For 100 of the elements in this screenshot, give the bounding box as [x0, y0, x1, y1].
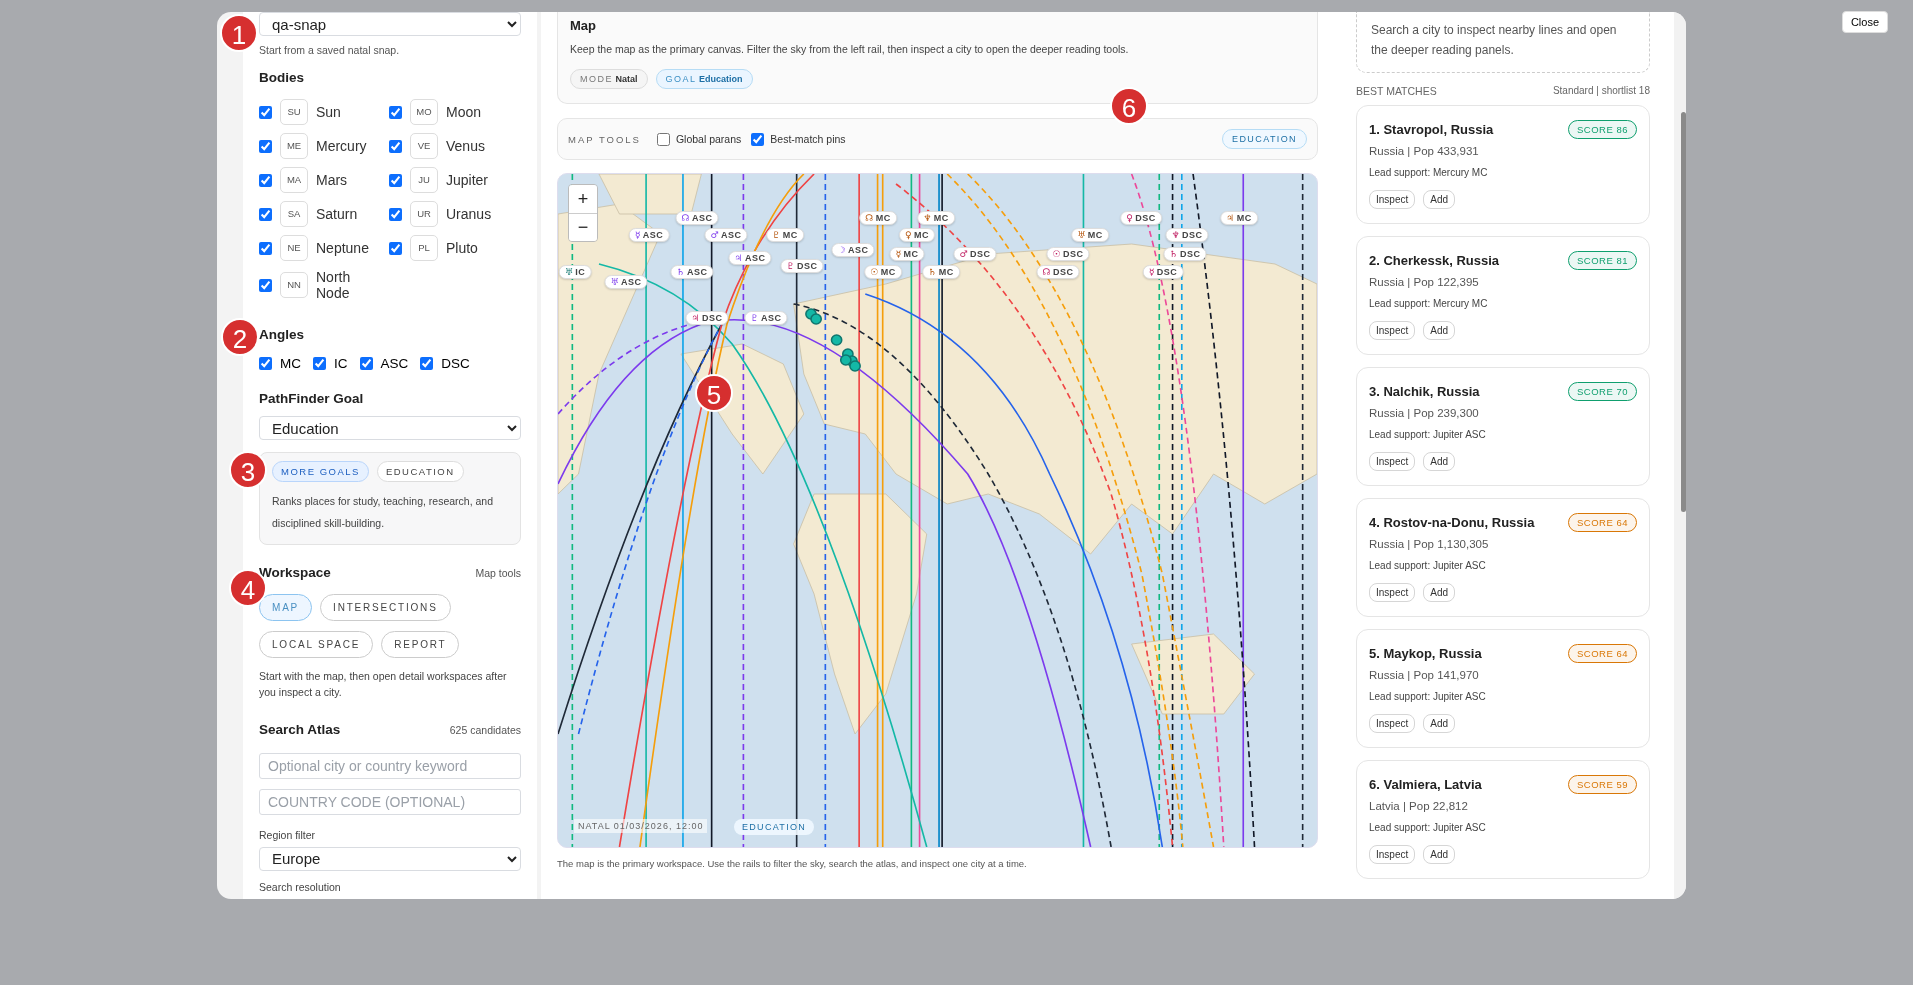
toggle-label: Best-match pins — [770, 133, 846, 145]
action-button[interactable]: Inspect — [1369, 583, 1416, 602]
workspace-tab[interactable]: LOCAL SPACE — [259, 631, 374, 659]
toggle-checkbox[interactable] — [656, 132, 670, 146]
keyword-input[interactable]: Optional city or country keyword — [259, 753, 521, 780]
line-pin[interactable]: ♃ DSC — [685, 311, 729, 325]
line-pin[interactable]: ♆ MC — [917, 211, 955, 225]
body-checkbox[interactable] — [259, 241, 272, 255]
toolbar-label: MAP TOOLS — [568, 133, 641, 145]
zoom-in-button[interactable]: + — [569, 185, 597, 213]
action-button[interactable]: Add — [1423, 452, 1456, 471]
goal-tag[interactable]: EDUCATION — [376, 461, 464, 483]
city-info: Russia | Pop 239,300 — [1369, 407, 1480, 419]
line-pin[interactable]: ♇ MC — [766, 228, 804, 242]
action-button[interactable]: Inspect — [1369, 845, 1416, 864]
body-code-tag: SU — [280, 99, 308, 126]
line-pin[interactable]: ♅ IC — [558, 265, 592, 279]
angle-checkbox[interactable] — [259, 357, 272, 371]
city-name: 5. Maykop, Russia — [1369, 646, 1482, 661]
section-heading: Search Atlas — [259, 722, 341, 738]
body-code-tag: NN — [280, 272, 308, 299]
line-pin[interactable]: ♄ ASC — [670, 265, 714, 279]
body-checkbox[interactable] — [259, 139, 272, 153]
city-name: 4. Rostov-na-Donu, Russia — [1369, 515, 1535, 530]
scrollbar-thumb[interactable] — [1681, 112, 1686, 512]
angle-checkbox[interactable] — [420, 357, 434, 371]
angle-checkbox[interactable] — [313, 357, 326, 371]
action-button[interactable]: Add — [1423, 190, 1456, 209]
region-select[interactable]: Europe — [259, 846, 521, 871]
line-pin[interactable]: ♂ ASC — [704, 228, 748, 242]
goal-select[interactable]: Education — [259, 416, 521, 441]
line-pin[interactable]: ☊ MC — [859, 211, 897, 225]
body-label: Moon — [446, 104, 483, 121]
body-label: Uranus — [446, 206, 493, 223]
action-button[interactable]: Inspect — [1369, 321, 1416, 340]
section-heading: BEST MATCHES — [1356, 85, 1437, 97]
body-checkbox[interactable] — [389, 139, 402, 153]
line-pin[interactable]: ♇ DSC — [780, 259, 824, 273]
workspace-tab[interactable]: REPORT — [381, 631, 460, 659]
goal-description: Ranks places for study, teaching, research, and disciplined skill-building. — [272, 494, 494, 532]
body-label: Jupiter — [446, 172, 490, 189]
angle-checkbox[interactable] — [359, 357, 373, 371]
score-badge: SCORE 64 — [1568, 513, 1637, 532]
line-pin[interactable]: ☉ DSC — [1046, 247, 1090, 261]
action-button[interactable]: Inspect — [1369, 190, 1416, 209]
body-checkbox[interactable] — [389, 173, 402, 187]
action-button[interactable]: Add — [1423, 714, 1456, 733]
snapshot-select[interactable]: qa-snap — [259, 12, 521, 37]
action-button[interactable]: Add — [1423, 583, 1456, 602]
action-button[interactable]: Inspect — [1369, 452, 1416, 471]
close-button[interactable]: Close — [1841, 11, 1888, 33]
country-code-input[interactable]: COUNTRY CODE (OPTIONAL) — [259, 789, 521, 815]
body-checkbox[interactable] — [259, 173, 272, 187]
toggle-checkbox[interactable] — [751, 132, 765, 146]
action-button[interactable]: Add — [1423, 845, 1456, 864]
score-badge: SCORE 70 — [1568, 382, 1637, 401]
line-pin[interactable]: ♃ MC — [1220, 211, 1258, 225]
line-pin[interactable]: ♄ DSC — [1163, 247, 1207, 261]
action-button[interactable]: Add — [1423, 321, 1456, 340]
line-pin[interactable]: ♂ DSC — [953, 247, 997, 261]
line-pin[interactable]: ☽ ASC — [831, 243, 875, 257]
body-checkbox[interactable] — [259, 105, 272, 119]
body-checkbox[interactable] — [389, 241, 402, 255]
line-pin[interactable]: ♃ ASC — [728, 251, 772, 265]
body-checkbox[interactable] — [389, 207, 402, 221]
body-code-tag: NE — [280, 235, 308, 262]
angle-label: MC — [280, 356, 301, 372]
line-pin[interactable]: ♆ DSC — [1165, 228, 1209, 242]
angle-label: IC — [334, 356, 348, 372]
snapshot-hint: Start from a saved natal snap. — [259, 44, 401, 57]
line-pin[interactable]: ♄ MC — [922, 265, 960, 279]
lead-support: Lead support: Jupiter ASC — [1369, 560, 1487, 571]
line-pin[interactable]: ☊ ASC — [675, 211, 719, 225]
lead-support: Lead support: Jupiter ASC — [1369, 429, 1487, 440]
body-label: Mars — [316, 172, 349, 189]
body-label: Mercury — [316, 138, 368, 155]
line-pin[interactable]: ♅ MC — [1071, 228, 1109, 242]
map-tools-link[interactable]: Map tools — [475, 567, 521, 580]
body-checkbox[interactable] — [389, 105, 402, 119]
goal-tag[interactable]: MORE GOALS — [272, 461, 369, 483]
status-chip: GOAL Education — [655, 69, 753, 89]
line-pin[interactable]: ☊ DSC — [1036, 265, 1080, 279]
line-pin[interactable]: ☉ MC — [864, 265, 902, 279]
body-checkbox[interactable] — [259, 278, 272, 292]
action-button[interactable]: Inspect — [1369, 714, 1416, 733]
body-label: Saturn — [316, 206, 359, 223]
body-checkbox[interactable] — [259, 207, 272, 221]
field-label: Search resolution — [259, 881, 342, 893]
panel-title: Map — [570, 18, 597, 33]
line-pin[interactable]: ♇ ASC — [744, 311, 788, 325]
line-pin[interactable]: ♅ ASC — [604, 275, 648, 289]
zoom-out-button[interactable]: − — [569, 213, 597, 241]
line-pin[interactable]: ☿ MC — [889, 247, 925, 261]
body-code-tag: VE — [410, 133, 438, 160]
line-pin[interactable]: ☿ ASC — [628, 228, 670, 242]
line-pin[interactable]: ☿ DSC — [1142, 265, 1184, 279]
line-pin[interactable]: ♀ MC — [898, 228, 936, 242]
lead-support: Lead support: Mercury MC — [1369, 298, 1489, 309]
workspace-tab[interactable]: INTERSECTIONS — [320, 594, 451, 622]
line-pin[interactable]: ♀ DSC — [1120, 211, 1162, 225]
